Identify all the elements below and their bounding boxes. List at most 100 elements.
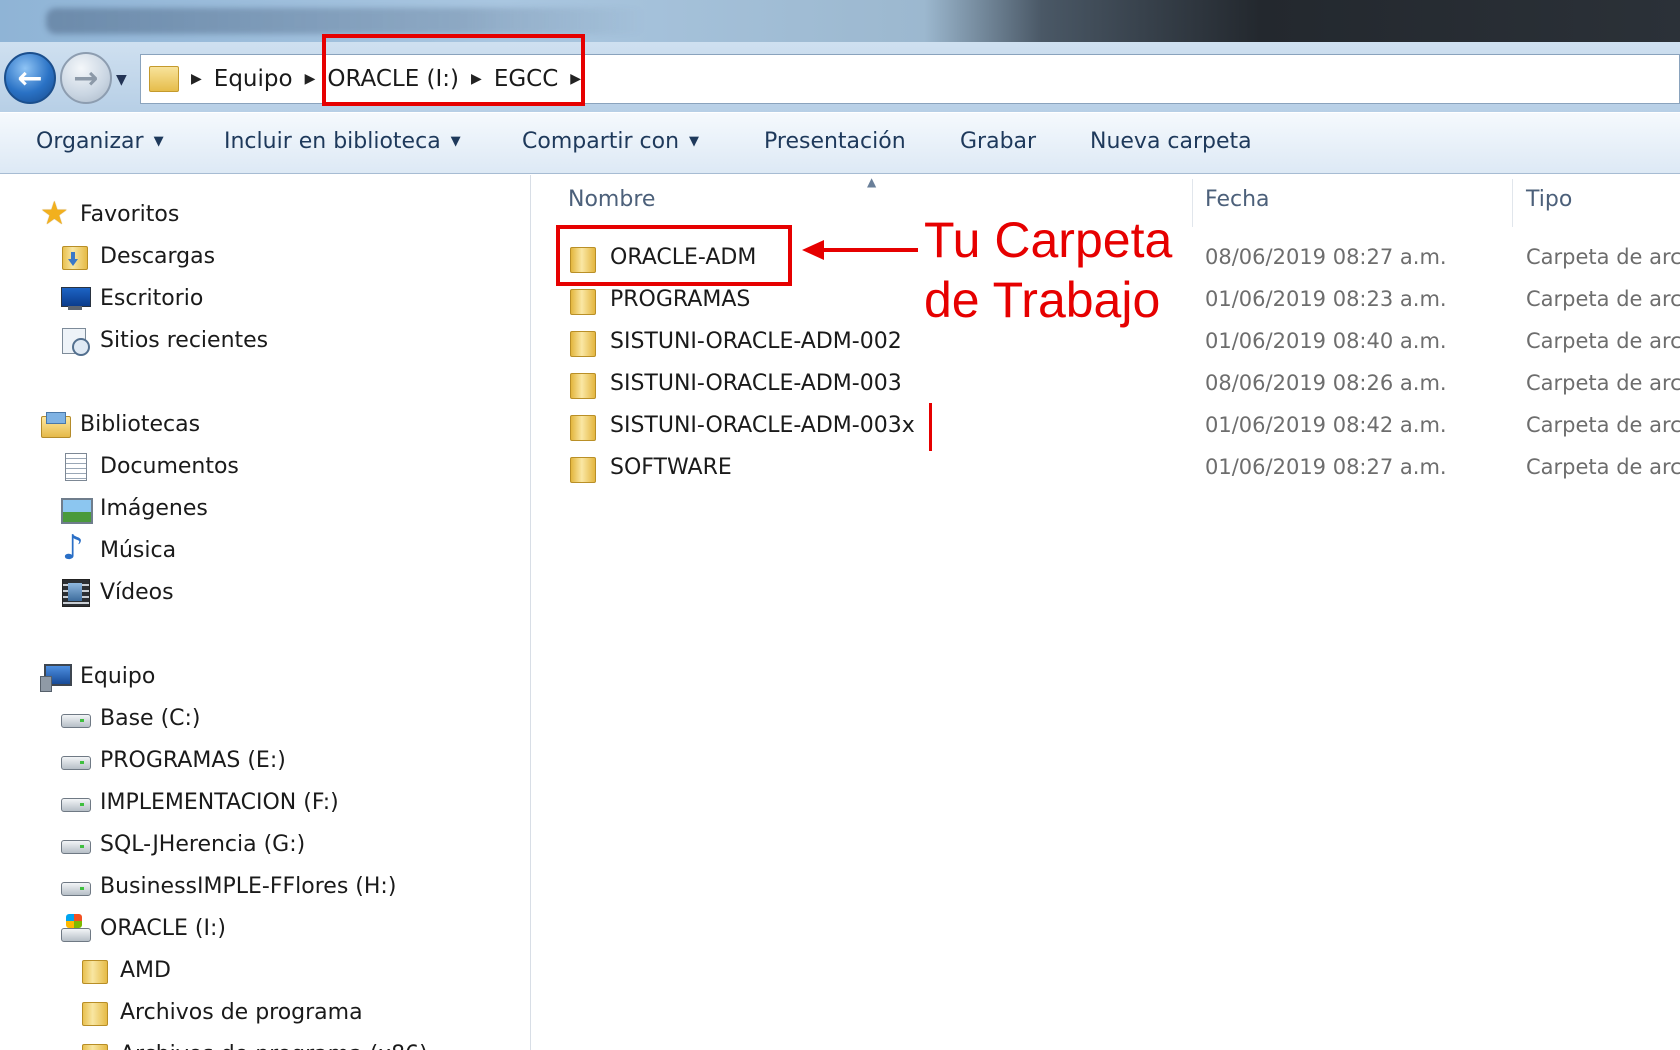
breadcrumb-equipo[interactable]: Equipo xyxy=(214,66,293,92)
file-type: Carpeta de arc xyxy=(1526,287,1680,311)
include-library-label: Incluir en biblioteca xyxy=(224,129,441,154)
nav-drive-h[interactable]: BusinessIMPLE-FFlores (H:) xyxy=(60,868,396,904)
music-note-icon xyxy=(60,528,90,568)
address-bar-area: ← → ▼ ▶ Equipo ▶ ORACLE (I:) ▶ EGCC ▶ xyxy=(0,42,1680,112)
nav-folder-archivos-programa[interactable]: Archivos de programa xyxy=(80,994,363,1030)
burn-button[interactable]: Grabar xyxy=(960,129,1036,154)
file-name: PROGRAMAS xyxy=(610,287,751,312)
nav-item-label: Música xyxy=(100,537,177,563)
nav-item-imagenes[interactable]: Imágenes xyxy=(60,490,208,526)
nav-item-label: Escritorio xyxy=(100,285,204,311)
nav-item-label: PROGRAMAS (E:) xyxy=(100,747,286,773)
file-type: Carpeta de arc xyxy=(1526,329,1680,353)
nav-drive-c[interactable]: Base (C:) xyxy=(60,700,201,736)
nav-item-videos[interactable]: Vídeos xyxy=(60,574,174,610)
include-library-menu[interactable]: Incluir en biblioteca ▼ xyxy=(224,129,461,154)
nav-item-escritorio[interactable]: Escritorio xyxy=(60,280,203,316)
annotation-arrow-icon xyxy=(802,240,918,260)
nav-item-label: IMPLEMENTACION (F:) xyxy=(100,789,339,815)
share-with-label: Compartir con xyxy=(522,129,680,154)
folder-icon xyxy=(149,66,179,92)
folder-icon xyxy=(570,371,596,399)
annotation-line-1: Tu Carpeta xyxy=(924,212,1173,268)
nav-item-musica[interactable]: Música xyxy=(60,528,177,568)
annotation-label: Tu Carpeta de Trabajo xyxy=(924,210,1172,330)
nav-drive-g[interactable]: SQL-JHerencia (G:) xyxy=(60,826,305,862)
file-type: Carpeta de arc xyxy=(1526,371,1680,395)
nav-item-label: Base (C:) xyxy=(100,705,201,731)
nav-drive-i[interactable]: ORACLE (I:) xyxy=(60,910,226,946)
navigation-pane: Favoritos Descargas Escritorio Sitios re… xyxy=(0,175,531,1050)
new-folder-button[interactable]: Nueva carpeta xyxy=(1090,129,1252,154)
nav-item-label: Archivos de programa xyxy=(120,999,363,1025)
forward-arrow-icon: → xyxy=(73,60,99,96)
column-header-type[interactable]: Tipo xyxy=(1526,187,1572,212)
chevron-down-icon: ▼ xyxy=(450,134,461,149)
folder-icon xyxy=(80,956,110,984)
recent-places-icon xyxy=(60,326,90,356)
recent-pages-dropdown-icon[interactable]: ▼ xyxy=(116,72,127,88)
file-name: SISTUNI-ORACLE-ADM-003x xyxy=(610,413,915,438)
nav-item-label: ORACLE (I:) xyxy=(100,915,226,941)
hard-drive-icon xyxy=(60,872,91,900)
nav-item-documentos[interactable]: Documentos xyxy=(60,448,239,484)
back-arrow-icon: ← xyxy=(17,60,43,96)
file-name: SOFTWARE xyxy=(610,455,732,480)
nav-item-label: AMD xyxy=(120,957,171,983)
annotation-highlight-folder xyxy=(556,225,792,286)
nav-favorites[interactable]: Favoritos xyxy=(40,194,179,232)
computer-icon xyxy=(40,662,72,692)
file-date: 01/06/2019 08:40 a.m. xyxy=(1205,329,1447,353)
nav-folder-archivos-programa-x86[interactable]: Archivos de programa (x86) xyxy=(80,1036,428,1050)
slideshow-button[interactable]: Presentación xyxy=(764,129,906,154)
folder-icon xyxy=(570,329,596,357)
nav-libraries-label: Bibliotecas xyxy=(80,411,201,437)
nav-item-label: Archivos de programa (x86) xyxy=(120,1042,428,1050)
star-icon xyxy=(40,194,70,232)
file-date: 01/06/2019 08:23 a.m. xyxy=(1205,287,1447,311)
nav-item-label: Vídeos xyxy=(100,579,174,605)
file-row[interactable]: SOFTWARE 01/06/2019 08:27 a.m. Carpeta d… xyxy=(532,449,1680,489)
text-cursor-mark xyxy=(929,403,932,451)
organize-label: Organizar xyxy=(36,129,144,154)
file-row[interactable]: SISTUNI-ORACLE-ADM-003x 01/06/2019 08:42… xyxy=(532,407,1680,447)
sort-ascending-icon: ▲ xyxy=(867,175,877,189)
nav-item-descargas[interactable]: Descargas xyxy=(60,238,215,274)
column-header-name[interactable]: Nombre xyxy=(568,187,655,212)
hard-drive-icon xyxy=(60,830,91,858)
column-divider[interactable] xyxy=(1192,179,1193,227)
column-header-date[interactable]: Fecha xyxy=(1205,187,1270,212)
window-title-bar xyxy=(0,0,1680,42)
nav-item-label: BusinessIMPLE-FFlores (H:) xyxy=(100,873,397,899)
folder-icon xyxy=(570,287,596,315)
forward-button[interactable]: → xyxy=(60,52,112,104)
file-row[interactable]: SISTUNI-ORACLE-ADM-003 08/06/2019 08:26 … xyxy=(532,365,1680,405)
file-type: Carpeta de arc xyxy=(1526,455,1680,479)
nav-folder-amd[interactable]: AMD xyxy=(80,952,171,988)
column-divider[interactable] xyxy=(1512,179,1513,227)
file-date: 08/06/2019 08:27 a.m. xyxy=(1205,245,1447,269)
file-date: 01/06/2019 08:42 a.m. xyxy=(1205,413,1447,437)
blurred-window-title xyxy=(46,8,646,34)
breadcrumb-chevron-icon[interactable]: ▶ xyxy=(191,71,202,87)
back-button[interactable]: ← xyxy=(4,52,56,104)
nav-item-label: Sitios recientes xyxy=(100,327,269,353)
film-strip-icon xyxy=(60,578,90,607)
nav-libraries[interactable]: Bibliotecas xyxy=(40,406,200,442)
nav-item-label: Descargas xyxy=(100,243,216,269)
nav-drive-e[interactable]: PROGRAMAS (E:) xyxy=(60,742,286,778)
hard-drive-icon xyxy=(60,704,91,732)
chevron-down-icon: ▼ xyxy=(153,134,164,149)
share-with-menu[interactable]: Compartir con ▼ xyxy=(522,129,699,154)
nav-computer[interactable]: Equipo xyxy=(40,658,155,694)
file-type: Carpeta de arc xyxy=(1526,245,1680,269)
file-name: SISTUNI-ORACLE-ADM-003 xyxy=(610,371,902,396)
library-icon xyxy=(40,410,71,438)
breadcrumb-chevron-icon[interactable]: ▶ xyxy=(305,71,316,87)
nav-item-sitios-recientes[interactable]: Sitios recientes xyxy=(60,322,268,358)
folder-icon xyxy=(80,998,110,1026)
nav-computer-label: Equipo xyxy=(80,663,156,689)
nav-drive-f[interactable]: IMPLEMENTACION (F:) xyxy=(60,784,339,820)
organize-menu[interactable]: Organizar ▼ xyxy=(36,129,164,154)
desktop-icon xyxy=(60,284,91,312)
